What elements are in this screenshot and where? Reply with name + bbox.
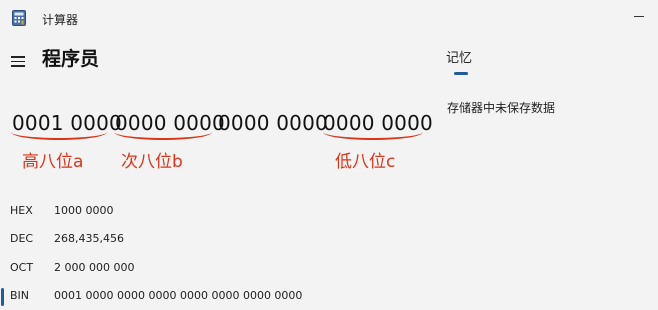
memory-empty-message: 存储器中未保存数据	[447, 101, 556, 115]
display-group-3: 0000 0000	[218, 111, 328, 135]
base-value: 0001 0000 0000 0000 0000 0000 0000 0000	[54, 289, 303, 302]
base-label: OCT	[10, 261, 34, 274]
annotation-label-c: 低八位c	[335, 152, 396, 172]
minimize-icon	[634, 16, 644, 17]
page-title: 程序员	[42, 48, 100, 70]
title-bar: 计算器	[0, 0, 658, 36]
window-title: 计算器	[42, 13, 79, 27]
base-row-hex[interactable]: HEX 1000 0000	[0, 200, 430, 224]
base-label: DEC	[10, 232, 34, 245]
annotation-label-a: 高八位a	[22, 152, 84, 172]
selected-indicator	[1, 288, 4, 306]
annotation-underline-a	[11, 132, 107, 140]
base-label: HEX	[10, 204, 33, 217]
hamburger-icon-line	[11, 65, 25, 67]
annotation-underline-c	[323, 132, 423, 140]
base-value: 1000 0000	[54, 204, 114, 217]
base-row-dec[interactable]: DEC 268,435,456	[0, 228, 430, 252]
minimize-button[interactable]	[618, 0, 658, 32]
navigation-menu-button[interactable]	[11, 55, 27, 67]
base-row-oct[interactable]: OCT 2 000 000 000	[0, 257, 430, 281]
base-label: BIN	[10, 289, 30, 302]
base-value: 2 000 000 000	[54, 261, 135, 274]
annotation-label-b: 次八位b	[121, 152, 183, 172]
hamburger-icon-line	[11, 60, 25, 62]
calculator-app-icon	[12, 10, 26, 26]
base-row-bin[interactable]: BIN 0001 0000 0000 0000 0000 0000 0000 0…	[0, 285, 430, 309]
base-value: 268,435,456	[54, 232, 124, 245]
hamburger-icon-line	[11, 56, 25, 58]
tab-selected-indicator	[454, 72, 468, 75]
annotation-underline-b	[114, 132, 212, 140]
tab-memory[interactable]: 记忆	[446, 47, 472, 66]
